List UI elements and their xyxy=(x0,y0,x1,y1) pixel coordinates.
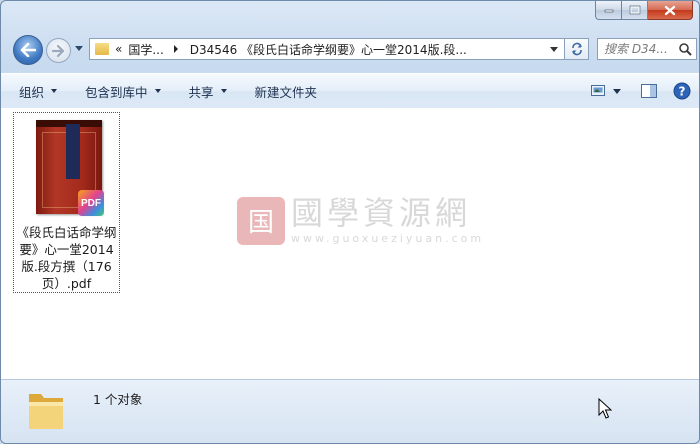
help-button[interactable]: ? xyxy=(673,78,691,104)
share-menu[interactable]: 共享 xyxy=(179,78,237,104)
watermark-site-name: 國學資源網 xyxy=(291,194,472,232)
new-folder-button[interactable]: 新建文件夹 xyxy=(245,78,328,104)
forward-arrow-icon xyxy=(52,44,65,57)
back-button[interactable] xyxy=(13,35,43,65)
breadcrumb-overflow[interactable]: « xyxy=(115,42,122,56)
forward-button[interactable] xyxy=(46,38,71,63)
breadcrumb-item-current[interactable]: D34546 《段氏白话命学纲要》心一堂2014版.段... xyxy=(190,41,467,58)
preview-pane-icon xyxy=(641,84,657,98)
watermark-seal-text: 国 xyxy=(247,208,274,238)
search-input[interactable] xyxy=(604,42,678,56)
file-name-label[interactable]: 《段氏白话命学纲要》心一堂2014版.段方撰（176页）.pdf xyxy=(16,224,117,292)
back-arrow-icon xyxy=(20,43,36,57)
watermark-text-block: 國學資源網 www.guoxueziyuan.com xyxy=(291,196,484,245)
address-bar[interactable]: « 国学... D34546 《段氏白话命学纲要》心一堂2014版.段... xyxy=(89,38,565,60)
file-item-pdf[interactable]: PDF 《段氏白话命学纲要》心一堂2014版.段方撰（176页）.pdf xyxy=(13,112,120,293)
search-icon[interactable] xyxy=(678,42,692,56)
mouse-cursor-icon xyxy=(598,398,612,419)
folder-icon xyxy=(29,394,63,429)
include-in-library-label: 包含到库中 xyxy=(85,84,148,100)
recent-pages-dropdown[interactable] xyxy=(75,46,83,51)
caption-buttons xyxy=(595,1,693,21)
thumbnail-title-strip xyxy=(66,124,80,179)
breadcrumb-separator-icon[interactable] xyxy=(173,45,178,53)
share-label: 共享 xyxy=(188,84,214,100)
pdf-file-icon: PDF xyxy=(78,190,104,216)
maximize-icon xyxy=(629,5,640,15)
watermark-url: www.guoxueziyuan.com xyxy=(291,232,485,245)
pdf-badge-label: PDF xyxy=(81,197,101,209)
preview-pane-button[interactable] xyxy=(641,78,657,104)
minimize-icon xyxy=(604,9,613,13)
folder-icon xyxy=(95,43,109,55)
view-controls: ? xyxy=(585,78,691,104)
view-options-dropdown[interactable] xyxy=(613,78,621,104)
chevron-down-icon xyxy=(613,88,621,94)
command-bar: 组织 包含到库中 共享 新建文件夹 ? xyxy=(1,73,699,109)
refresh-icon xyxy=(571,42,582,56)
svg-text:?: ? xyxy=(679,85,686,99)
organize-menu[interactable]: 组织 xyxy=(9,78,67,104)
navigation-bar: « 国学... D34546 《段氏白话命学纲要》心一堂2014版.段... xyxy=(9,35,697,65)
organize-label: 组织 xyxy=(19,84,45,100)
refresh-button[interactable] xyxy=(565,38,589,60)
details-pane: 1 个对象 xyxy=(1,379,699,443)
include-in-library-menu[interactable]: 包含到库中 xyxy=(75,78,171,104)
explorer-window: « 国学... D34546 《段氏白话命学纲要》心一堂2014版.段... 组… xyxy=(0,0,700,444)
view-icon xyxy=(591,85,605,96)
chevron-down-icon xyxy=(154,89,161,93)
item-count: 1 个对象 xyxy=(93,392,143,407)
chevron-down-icon xyxy=(51,89,58,93)
address-dropdown-icon[interactable] xyxy=(550,46,558,52)
watermark: 国 國學資源網 www.guoxueziyuan.com xyxy=(237,196,484,245)
watermark-seal: 国 xyxy=(237,196,285,245)
new-folder-label: 新建文件夹 xyxy=(254,84,318,100)
close-button[interactable] xyxy=(648,1,693,20)
change-view-button[interactable] xyxy=(591,78,607,104)
breadcrumb-item[interactable]: 国学... xyxy=(128,41,163,58)
help-icon: ? xyxy=(673,82,691,100)
maximize-button[interactable] xyxy=(622,1,648,20)
minimize-button[interactable] xyxy=(595,1,622,20)
file-list[interactable]: PDF 《段氏白话命学纲要》心一堂2014版.段方撰（176页）.pdf 国 國… xyxy=(1,108,699,379)
close-icon xyxy=(664,5,676,15)
search-box[interactable] xyxy=(597,38,697,60)
chevron-down-icon xyxy=(220,89,227,93)
